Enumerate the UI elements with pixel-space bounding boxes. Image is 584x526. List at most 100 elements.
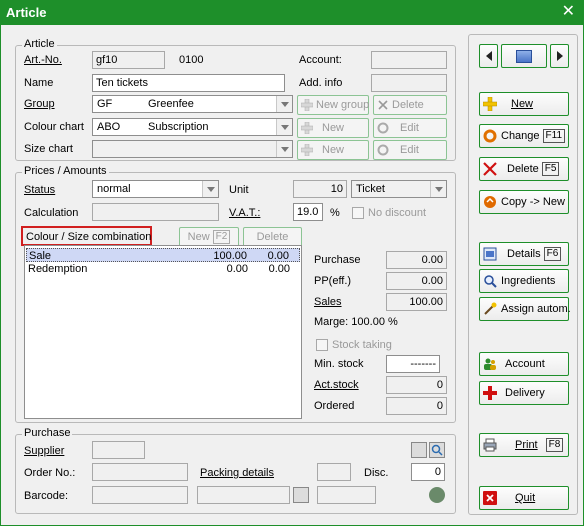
- account-field[interactable]: [371, 51, 447, 69]
- supplier-label: Supplier: [24, 445, 65, 457]
- supplier-list-icon[interactable]: [411, 442, 427, 458]
- size-chart-new-label: New: [322, 144, 345, 156]
- colour-size-combination-label: Colour / Size combination: [26, 231, 152, 243]
- details-button[interactable]: Details F6: [479, 242, 569, 266]
- print-button[interactable]: Print F8: [479, 433, 569, 457]
- combo-new-button[interactable]: New F2: [179, 227, 239, 247]
- sales-field[interactable]: 100.00: [386, 293, 447, 311]
- change-icon: [483, 129, 497, 143]
- list-item[interactable]: Sale 100.00 0.00: [26, 248, 300, 262]
- quit-button[interactable]: Quit: [479, 486, 569, 510]
- colour-chart-dropdown[interactable]: ABO Subscription: [92, 118, 293, 136]
- new-group-button[interactable]: New group: [297, 95, 369, 115]
- magic-wand-icon: [483, 302, 497, 316]
- barcode-field-3[interactable]: [317, 486, 376, 504]
- plus-icon: [300, 98, 314, 112]
- calculation-label: Calculation: [24, 207, 79, 219]
- row-value-1: 0.00: [226, 263, 248, 275]
- no-discount-checkbox[interactable]: [352, 207, 364, 219]
- size-chart-dropdown[interactable]: [92, 140, 293, 158]
- article-group-title: Article: [22, 38, 57, 50]
- combination-list[interactable]: Sale 100.00 0.00 Redemption 0.00 0.00: [24, 245, 302, 419]
- assign-autom-button-label: Assign autom.: [501, 303, 571, 315]
- prices-group-title: Prices / Amounts: [22, 165, 109, 177]
- refresh-icon[interactable]: [429, 487, 445, 503]
- triangle-right-icon: [556, 51, 563, 61]
- row-name: Redemption: [28, 263, 88, 275]
- plus-icon: [300, 143, 314, 157]
- chevron-down-icon: [276, 119, 292, 135]
- print-button-key: F8: [545, 438, 564, 452]
- next-record-button[interactable]: [550, 44, 569, 68]
- barcode-field-1[interactable]: [92, 486, 188, 504]
- delete-button-key: F5: [541, 162, 560, 176]
- name-field[interactable]: Ten tickets: [92, 74, 285, 92]
- artno-field[interactable]: gf10: [92, 51, 165, 69]
- close-icon[interactable]: ✕: [562, 3, 575, 21]
- group-label: Group: [24, 98, 55, 110]
- print-button-label: Print: [515, 439, 538, 451]
- plus-icon: [300, 121, 314, 135]
- disc-field[interactable]: 0: [411, 463, 445, 481]
- calculation-field[interactable]: [92, 203, 219, 221]
- chevron-down-icon: [276, 141, 292, 157]
- supplier-search-icon[interactable]: [429, 442, 445, 458]
- chevron-down-icon: [202, 181, 218, 197]
- copy-new-button[interactable]: Copy -> New: [479, 190, 569, 214]
- unit-dropdown[interactable]: Ticket: [351, 180, 447, 198]
- delete-button-label: Delete: [507, 163, 539, 175]
- group-dropdown[interactable]: GF Greenfee: [92, 95, 293, 113]
- change-button-key: F11: [542, 129, 566, 143]
- barcode-list-icon[interactable]: [293, 487, 309, 503]
- barcode-field-2[interactable]: [197, 486, 290, 504]
- purchase-price-field[interactable]: 0.00: [386, 251, 447, 269]
- account-button[interactable]: Account: [479, 352, 569, 376]
- size-chart-edit-button[interactable]: Edit: [373, 140, 447, 160]
- account-label: Account:: [299, 54, 342, 66]
- browse-button[interactable]: [501, 44, 547, 68]
- status-dropdown[interactable]: normal: [92, 180, 219, 198]
- artno-code: 0100: [179, 54, 204, 66]
- copy-new-button-label: Copy -> New: [501, 196, 565, 208]
- pp-eff-field[interactable]: 0.00: [386, 272, 447, 290]
- vat-field[interactable]: 19.0: [293, 203, 323, 221]
- plus-icon: [482, 96, 498, 112]
- stock-taking-checkbox[interactable]: [316, 339, 328, 351]
- ordered-field[interactable]: 0: [386, 397, 447, 415]
- quit-icon: [483, 491, 497, 505]
- quit-button-label: Quit: [515, 492, 536, 504]
- sales-label: Sales: [314, 296, 342, 308]
- unit-qty-field[interactable]: 10: [293, 180, 347, 198]
- size-chart-new-button[interactable]: New: [297, 140, 369, 160]
- ingredients-button[interactable]: Ingredients: [479, 269, 569, 293]
- list-icon: [516, 49, 532, 63]
- disc-label: Disc.: [364, 467, 389, 479]
- min-stock-field[interactable]: -------: [386, 355, 440, 373]
- act-stock-field[interactable]: 0: [386, 376, 447, 394]
- previous-record-button[interactable]: [479, 44, 498, 68]
- combo-new-key: F2: [212, 230, 231, 244]
- colour-chart-new-button[interactable]: New: [297, 118, 369, 138]
- group-code: GF: [97, 98, 113, 110]
- colour-chart-edit-button[interactable]: Edit: [373, 118, 447, 138]
- list-item[interactable]: Redemption 0.00 0.00: [26, 262, 300, 276]
- marge-text: Marge: 100.00 %: [314, 316, 398, 328]
- no-discount-label: No discount: [368, 207, 427, 219]
- combo-delete-button[interactable]: Delete: [243, 227, 302, 247]
- addinfo-field[interactable]: [371, 74, 447, 92]
- row-name: Sale: [29, 250, 52, 262]
- delete-button[interactable]: Delete F5: [479, 157, 569, 181]
- row-value-2: 0.00: [268, 263, 290, 275]
- row-value-2: 0.00: [267, 250, 289, 262]
- packing-details-field[interactable]: [317, 463, 351, 481]
- order-no-field[interactable]: [92, 463, 188, 481]
- delivery-button[interactable]: Delivery: [479, 381, 569, 405]
- assign-autom-button[interactable]: Assign autom.: [479, 297, 571, 321]
- change-button[interactable]: Change F11: [479, 124, 569, 148]
- purchase-group-title: Purchase: [22, 427, 73, 439]
- delete-group-button[interactable]: Delete: [373, 95, 447, 115]
- supplier-field[interactable]: [92, 441, 145, 459]
- new-button[interactable]: New: [479, 92, 569, 116]
- search-icon: [483, 274, 497, 288]
- size-chart-edit-label: Edit: [400, 144, 419, 156]
